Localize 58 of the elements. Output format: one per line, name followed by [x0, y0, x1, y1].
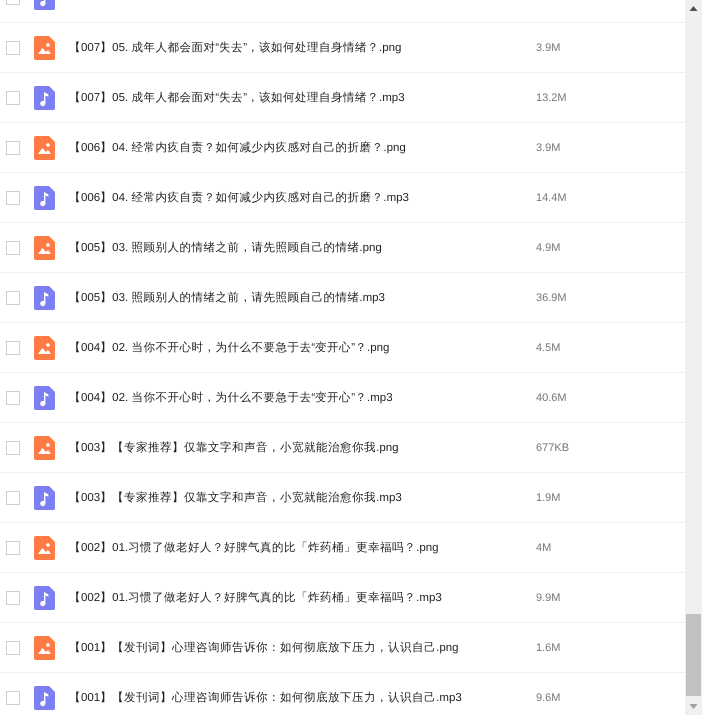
checkbox[interactable] — [6, 90, 20, 104]
file-size: 4M — [536, 542, 552, 554]
file-name[interactable]: 【001】【发刊词】心理咨询师告诉你：如何彻底放下压力，认识自己.mp3 — [69, 690, 536, 705]
file-size: 1.6M — [536, 642, 560, 654]
file-size: 3.9M — [536, 142, 560, 154]
checkbox[interactable] — [6, 540, 20, 554]
music-file-icon — [34, 286, 55, 310]
file-name[interactable]: 【002】01.习惯了做老好人？好脾气真的比「炸药桶」更幸福吗？.mp3 — [69, 590, 536, 605]
music-file-icon — [34, 486, 55, 510]
file-size: 4.5M — [536, 342, 560, 354]
scroll-thumb[interactable] — [686, 614, 701, 696]
image-file-icon — [34, 336, 55, 360]
file-size: 677KB — [536, 442, 570, 454]
file-name[interactable]: 【002】01.习惯了做老好人？好脾气真的比「炸药桶」更幸福吗？.png — [69, 540, 536, 555]
file-name[interactable]: 【006】04. 经常内疚自责？如何减少内疚感对自己的折磨？.mp3 — [69, 190, 536, 205]
image-file-icon — [34, 236, 55, 260]
checkbox[interactable] — [6, 590, 20, 604]
music-file-icon — [34, 586, 55, 610]
music-file-icon — [34, 686, 55, 710]
file-size: 40.6M — [536, 392, 567, 404]
file-name[interactable]: 【007】05. 成年人都会面对“失去”，该如何处理自身情绪？.png — [69, 40, 536, 55]
file-size: 9.6M — [536, 692, 560, 704]
scrollbar[interactable] — [685, 0, 702, 715]
file-name[interactable]: 【001】【发刊词】心理咨询师告诉你：如何彻底放下压力，认识自己.png — [69, 640, 536, 655]
checkbox[interactable] — [6, 390, 20, 404]
image-file-icon — [34, 136, 55, 160]
checkbox[interactable] — [6, 640, 20, 654]
music-file-icon — [34, 86, 55, 110]
file-size: 9.9M — [536, 592, 560, 604]
music-file-icon — [34, 386, 55, 410]
image-file-icon — [34, 436, 55, 460]
file-name[interactable]: 【007】05. 成年人都会面对“失去”，该如何处理自身情绪？.mp3 — [69, 90, 536, 105]
file-size: 3.9M — [536, 42, 560, 54]
file-size: 36.9M — [536, 292, 567, 304]
file-size: 14.4M — [536, 192, 567, 204]
checkbox[interactable] — [6, 290, 20, 304]
checkbox[interactable] — [6, 340, 20, 354]
file-size: 13.2M — [536, 92, 567, 104]
file-name[interactable]: 【005】03. 照顾别人的情绪之前，请先照顾自己的情绪.mp3 — [69, 290, 536, 305]
file-name[interactable]: 【004】02. 当你不开心时，为什么不要急于去“变开心”？.png — [69, 340, 536, 355]
image-file-icon — [34, 636, 55, 660]
checkbox[interactable] — [6, 40, 20, 54]
image-file-icon — [34, 536, 55, 560]
file-name[interactable]: 【004】02. 当你不开心时，为什么不要急于去“变开心”？.mp3 — [69, 390, 536, 405]
file-name[interactable]: 【003】【专家推荐】仅靠文字和声音，小宽就能治愈你我.png — [69, 440, 536, 455]
checkbox[interactable] — [6, 690, 20, 704]
checkbox[interactable] — [6, 490, 20, 504]
music-file-icon — [34, 186, 55, 210]
checkbox[interactable] — [6, 140, 20, 154]
file-name[interactable]: 【006】04. 经常内疚自责？如何减少内疚感对自己的折磨？.png — [69, 140, 536, 155]
image-file-icon — [34, 36, 55, 60]
file-name[interactable]: 【005】03. 照顾别人的情绪之前，请先照顾自己的情绪.png — [69, 240, 536, 255]
file-size: 4.9M — [536, 242, 560, 254]
checkbox[interactable] — [6, 190, 20, 204]
file-name[interactable]: 【003】【专家推荐】仅靠文字和声音，小宽就能治愈你我.mp3 — [69, 490, 536, 505]
checkbox[interactable] — [6, 240, 20, 254]
checkbox[interactable] — [6, 440, 20, 454]
file-size: 1.9M — [536, 492, 560, 504]
